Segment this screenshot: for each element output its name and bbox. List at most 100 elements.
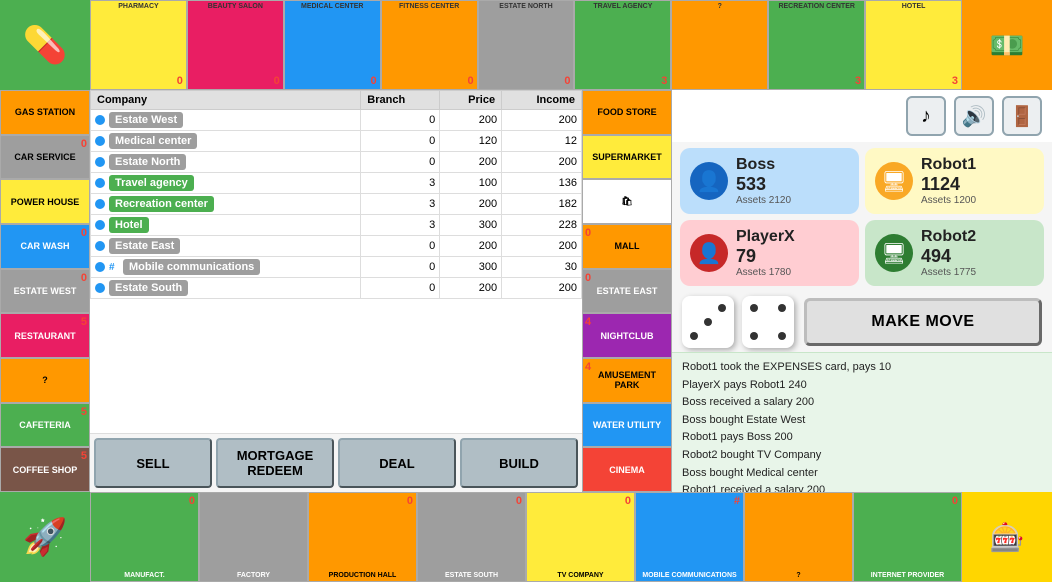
main-center: Company Branch Price Income Estate West … [90, 90, 582, 492]
left-cell-4: ESTATE WEST0 [0, 269, 90, 314]
player-card-playerx: 👤 PlayerX 79 Assets 1780 [680, 220, 859, 286]
right-cell-3: 0MALL [582, 224, 672, 269]
left-cell-6: ? [0, 358, 90, 403]
player-name: Robot2 [921, 228, 976, 246]
right-cell-8: 4CINEMA [582, 447, 672, 492]
company-table: Company Branch Price Income Estate West … [90, 90, 582, 433]
player-assets: Assets 1780 [736, 267, 795, 278]
players-grid: 👤 Boss 533 Assets 2120 🖥 Robot1 1124 Ass… [672, 142, 1052, 292]
right-cell-1: SUPERMARKET [582, 135, 672, 180]
sound-icon[interactable]: 🔊 [954, 96, 994, 136]
company-name-cell: Recreation center [91, 194, 361, 215]
bottom-left-corner: 🚀 [0, 492, 90, 582]
music-icon[interactable]: ♪ [906, 96, 946, 136]
event-log: Robot1 took the EXPENSES card, pays 10Pl… [672, 352, 1052, 492]
log-entry: Boss bought Estate West [682, 412, 1042, 430]
deal-button[interactable]: DEAL [338, 438, 456, 488]
col-branch: Branch [361, 91, 440, 110]
mortgage-button[interactable]: MORTGAGE REDEEM [216, 438, 334, 488]
top-cell-5: TRAVEL AGENCY3 [574, 0, 671, 90]
top-cells: PHARMACY0BEAUTY SALON0MEDICAL CENTER0FIT… [90, 0, 962, 90]
avatar-robot1: 🖥 [875, 162, 913, 200]
bottom-cell-4: 0TV COMPANY [526, 492, 635, 582]
middle-row: GAS STATIONCAR SERVICE0POWER HOUSECAR WA… [0, 90, 1052, 492]
die-1 [682, 296, 734, 348]
company-name-cell: Estate North [91, 152, 361, 173]
table-row[interactable]: Estate East 0 200 200 [91, 236, 582, 257]
player-money: 533 [736, 174, 791, 195]
right-cell-2: 🛍 [582, 179, 672, 224]
player-card-robot1: 🖥 Robot1 1124 Assets 1200 [865, 148, 1044, 214]
table-row[interactable]: Estate North 0 200 200 [91, 152, 582, 173]
bottom-cells: 0MANUFACT.FACTORY0PRODUCTION HALL0ESTATE… [90, 492, 962, 582]
table-row[interactable]: # Mobile communications 0 300 30 [91, 257, 582, 278]
right-cell-0: FOOD STORE [582, 90, 672, 135]
avatar-robot2: 🖥 [875, 234, 913, 272]
player-assets: Assets 1200 [921, 195, 976, 206]
col-company: Company [91, 91, 361, 110]
avatar-playerx: 👤 [690, 234, 728, 272]
bottom-cell-1: FACTORY [199, 492, 308, 582]
dice-container [682, 296, 794, 348]
dice-and-button: MAKE MOVE [672, 292, 1052, 352]
make-move-button[interactable]: MAKE MOVE [804, 298, 1042, 346]
log-entry: Robot1 received a salary 200 [682, 482, 1042, 492]
col-price: Price [440, 91, 502, 110]
log-entry: Boss bought Medical center [682, 465, 1042, 483]
die-2 [742, 296, 794, 348]
company-name-cell: Travel agency [91, 173, 361, 194]
left-cell-8: COFFEE SHOP5 [0, 447, 90, 492]
table-row[interactable]: Estate West 0 200 200 [91, 110, 582, 131]
right-cell-7: WATER UTILITY [582, 403, 672, 448]
player-assets: Assets 1775 [921, 267, 976, 278]
top-cell-0: PHARMACY0 [90, 0, 187, 90]
player-card-robot2: 🖥 Robot2 494 Assets 1775 [865, 220, 1044, 286]
top-icons: ♪ 🔊 🚪 [672, 90, 1052, 142]
left-cell-0: GAS STATION [0, 90, 90, 135]
table-row[interactable]: Travel agency 3 100 136 [91, 173, 582, 194]
company-name-cell: Estate East [91, 236, 361, 257]
left-cell-2: POWER HOUSE [0, 179, 90, 224]
top-cell-7: RECREATION CENTER3 [768, 0, 865, 90]
table-row[interactable]: Medical center 0 120 12 [91, 131, 582, 152]
top-cell-4: ESTATE NORTH0 [478, 0, 575, 90]
table-row[interactable]: Recreation center 3 200 182 [91, 194, 582, 215]
bottom-right-corner: 🎰 [962, 492, 1052, 582]
log-entry: Boss received a salary 200 [682, 394, 1042, 412]
bottom-cell-6: ? [744, 492, 853, 582]
log-entry: PlayerX pays Robot1 240 [682, 377, 1042, 395]
company-name-cell: Hotel [91, 215, 361, 236]
left-cell-3: CAR WASH0 [0, 224, 90, 269]
sell-button[interactable]: SELL [94, 438, 212, 488]
left-cell-5: RESTAURANT5 [0, 313, 90, 358]
avatar-boss: 👤 [690, 162, 728, 200]
player-money: 494 [921, 246, 976, 267]
player-info: PlayerX 79 Assets 1780 [736, 228, 795, 278]
log-entry: Robot1 took the EXPENSES card, pays 10 [682, 359, 1042, 377]
top-left-corner: 💊 [0, 0, 90, 90]
left-cell-1: CAR SERVICE0 [0, 135, 90, 180]
player-name: Robot1 [921, 156, 976, 174]
top-cell-2: MEDICAL CENTER0 [284, 0, 381, 90]
log-entry: Robot1 pays Boss 200 [682, 429, 1042, 447]
log-entry: Robot2 bought TV Company [682, 447, 1042, 465]
bottom-cell-0: 0MANUFACT. [90, 492, 199, 582]
player-name: Boss [736, 156, 791, 174]
right-cell-4: 0ESTATE EAST [582, 269, 672, 314]
top-board: 💊 PHARMACY0BEAUTY SALON0MEDICAL CENTER0F… [0, 0, 1052, 90]
player-assets: Assets 2120 [736, 195, 791, 206]
table-row[interactable]: Hotel 3 300 228 [91, 215, 582, 236]
left-cell-7: CAFETERIA5 [0, 403, 90, 448]
bottom-cell-7: 0INTERNET PROVIDER [853, 492, 962, 582]
exit-icon[interactable]: 🚪 [1002, 96, 1042, 136]
top-cell-3: FITNESS CENTER0 [381, 0, 478, 90]
right-cell-6: 4AMUSEMENT PARK [582, 358, 672, 403]
player-info: Robot1 1124 Assets 1200 [921, 156, 976, 206]
top-cell-8: HOTEL3 [865, 0, 962, 90]
company-name-cell: Medical center [91, 131, 361, 152]
company-name-cell: Estate South [91, 278, 361, 299]
table-row[interactable]: Estate South 0 200 200 [91, 278, 582, 299]
company-name-cell: Estate West [91, 110, 361, 131]
top-right-corner: 💵 [962, 0, 1052, 90]
build-button[interactable]: BUILD [460, 438, 578, 488]
